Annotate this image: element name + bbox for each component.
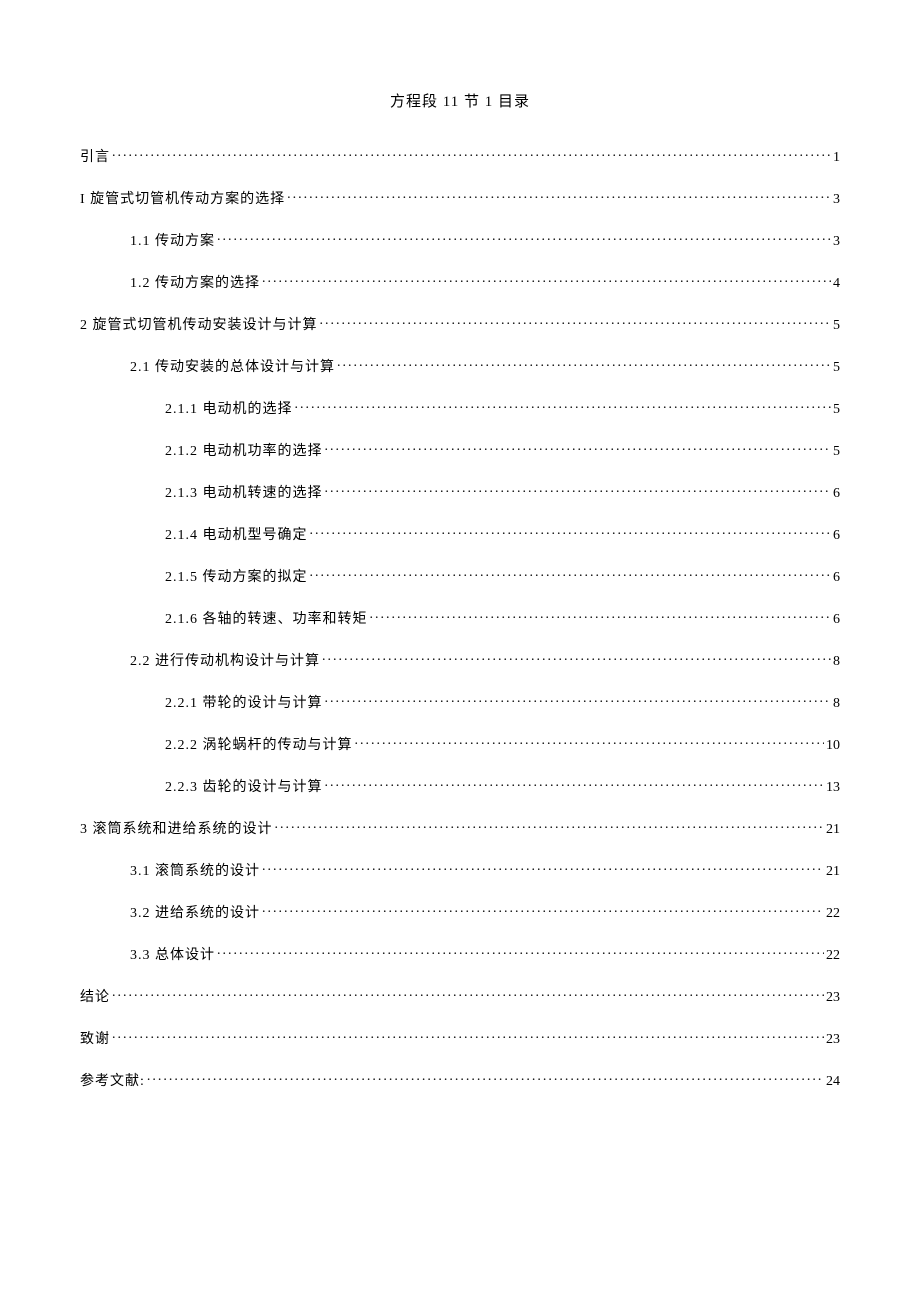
toc-leader-dots [262,861,824,875]
toc-leader-dots [262,273,831,287]
toc-entry-label: 2.2.2 涡轮蜗杆的传动与计算 [165,734,353,754]
toc-entry-label: 3.3 总体设计 [130,944,215,964]
toc-leader-dots [325,693,832,707]
toc-entry-label: 1.1 传动方案 [130,230,215,250]
toc-entry-page: 5 [833,318,840,334]
toc-entry-page: 21 [826,822,840,838]
toc-leader-dots [262,903,824,917]
toc-entry-label: 3 滚筒系统和进给系统的设计 [80,818,273,838]
toc-entry-page: 6 [833,486,840,502]
toc-entry: 2.1.6 各轴的转速、功率和转矩 6 [80,608,840,628]
toc-entry-label: 2.1.4 电动机型号确定 [165,524,308,544]
toc-leader-dots [320,315,832,329]
toc-leader-dots [370,609,832,623]
table-of-contents: 引言 1 I 旋管式切管机传动方案的选择 3 1.1 传动方案 3 1.2 传动方案的选择 4… [80,146,840,1090]
toc-entry: I 旋管式切管机传动方案的选择 3 [80,188,840,208]
toc-entry-label: 3.1 滚筒系统的设计 [130,860,260,880]
toc-entry: 2.1.3 电动机转速的选择 6 [80,482,840,502]
toc-entry-page: 21 [826,864,840,880]
document-title: 方程段 11 节 1 目录 [80,90,840,111]
toc-entry-label: I 旋管式切管机传动方案的选择 [80,188,285,208]
toc-entry-label: 2 旋管式切管机传动安装设计与计算 [80,314,318,334]
toc-leader-dots [112,987,824,1001]
toc-leader-dots [322,651,831,665]
toc-entry: 2.1.5 传动方案的拟定 6 [80,566,840,586]
toc-entry-page: 3 [833,234,840,250]
toc-entry-page: 13 [826,780,840,796]
toc-entry-page: 6 [833,612,840,628]
toc-entry-label: 参考文献: [80,1070,145,1090]
toc-entry-page: 23 [826,990,840,1006]
toc-entry-label: 2.1 传动安装的总体设计与计算 [130,356,335,376]
toc-entry-label: 2.1.2 电动机功率的选择 [165,440,323,460]
toc-leader-dots [325,441,832,455]
toc-entry-label: 引言 [80,146,110,166]
toc-entry-page: 22 [826,906,840,922]
toc-entry: 2.2.2 涡轮蜗杆的传动与计算 10 [80,734,840,754]
toc-leader-dots [310,525,832,539]
toc-entry: 1.2 传动方案的选择 4 [80,272,840,292]
toc-entry: 2.1.2 电动机功率的选择 5 [80,440,840,460]
toc-entry: 2.1 传动安装的总体设计与计算 5 [80,356,840,376]
toc-leader-dots [325,777,825,791]
toc-entry: 3 滚筒系统和进给系统的设计 21 [80,818,840,838]
toc-entry-label: 2.2 进行传动机构设计与计算 [130,650,320,670]
toc-entry-page: 22 [826,948,840,964]
toc-entry: 2.2.3 齿轮的设计与计算 13 [80,776,840,796]
toc-entry-label: 2.1.5 传动方案的拟定 [165,566,308,586]
toc-entry: 2.2 进行传动机构设计与计算 8 [80,650,840,670]
toc-entry-page: 4 [833,276,840,292]
toc-leader-dots [147,1071,824,1085]
toc-entry: 2.2.1 带轮的设计与计算 8 [80,692,840,712]
toc-leader-dots [310,567,832,581]
toc-leader-dots [287,189,831,203]
toc-entry: 2.1.4 电动机型号确定 6 [80,524,840,544]
toc-entry-label: 1.2 传动方案的选择 [130,272,260,292]
toc-leader-dots [355,735,825,749]
toc-entry-label: 结论 [80,986,110,1006]
toc-leader-dots [217,945,824,959]
toc-entry-page: 3 [833,192,840,208]
toc-leader-dots [112,147,831,161]
toc-entry: 引言 1 [80,146,840,166]
toc-entry: 参考文献: 24 [80,1070,840,1090]
toc-entry: 结论 23 [80,986,840,1006]
toc-entry: 1.1 传动方案 3 [80,230,840,250]
toc-entry-label: 致谢 [80,1028,110,1048]
toc-entry: 2.1.1 电动机的选择 5 [80,398,840,418]
toc-leader-dots [217,231,831,245]
toc-entry-page: 5 [833,444,840,460]
toc-entry-label: 2.1.6 各轴的转速、功率和转矩 [165,608,368,628]
toc-entry: 2 旋管式切管机传动安装设计与计算 5 [80,314,840,334]
toc-entry-page: 8 [833,654,840,670]
toc-entry-page: 8 [833,696,840,712]
toc-entry-page: 23 [826,1032,840,1048]
toc-entry-page: 10 [826,738,840,754]
toc-entry-label: 2.1.1 电动机的选择 [165,398,293,418]
toc-entry-label: 3.2 进给系统的设计 [130,902,260,922]
toc-leader-dots [337,357,831,371]
toc-entry: 3.2 进给系统的设计 22 [80,902,840,922]
toc-leader-dots [275,819,825,833]
toc-entry-page: 5 [833,360,840,376]
toc-entry-page: 6 [833,570,840,586]
toc-entry: 3.1 滚筒系统的设计 21 [80,860,840,880]
toc-entry-page: 1 [833,150,840,166]
toc-leader-dots [112,1029,824,1043]
toc-entry-page: 5 [833,402,840,418]
toc-entry-label: 2.2.3 齿轮的设计与计算 [165,776,323,796]
toc-leader-dots [325,483,832,497]
toc-entry-page: 6 [833,528,840,544]
toc-entry-label: 2.1.3 电动机转速的选择 [165,482,323,502]
toc-entry: 3.3 总体设计 22 [80,944,840,964]
toc-entry-label: 2.2.1 带轮的设计与计算 [165,692,323,712]
toc-entry: 致谢 23 [80,1028,840,1048]
toc-leader-dots [295,399,832,413]
toc-entry-page: 24 [826,1074,840,1090]
